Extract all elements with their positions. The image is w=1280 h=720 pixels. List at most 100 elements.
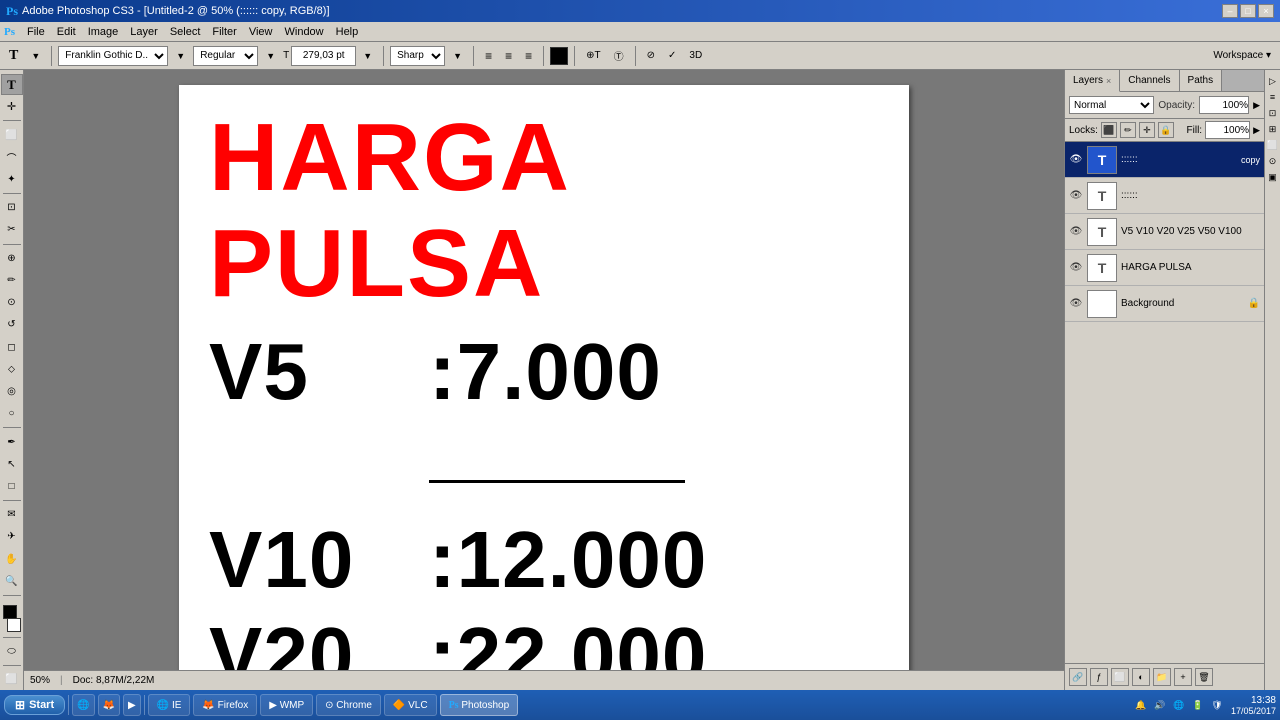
- screen-mode-button[interactable]: ⬜: [1, 669, 23, 690]
- ie-quick-launch[interactable]: 🌐: [72, 694, 94, 716]
- blur-tool[interactable]: ◎: [1, 381, 23, 402]
- panel-icon-6[interactable]: ▣: [1266, 170, 1280, 184]
- move-tool[interactable]: ✛: [1, 96, 23, 117]
- lasso-tool[interactable]: ⌒: [1, 147, 23, 168]
- menu-edit[interactable]: Edit: [51, 25, 82, 39]
- fill-arrow[interactable]: ▶: [1253, 125, 1260, 136]
- layer-item-background[interactable]: 👁 Background 🔒: [1065, 286, 1264, 322]
- font-family-arrow[interactable]: ▼: [171, 48, 190, 64]
- panel-icon-3[interactable]: ⊞: [1266, 122, 1280, 136]
- layer-eye-copy[interactable]: 👁: [1069, 153, 1083, 167]
- blend-mode-select[interactable]: Normal: [1069, 96, 1154, 114]
- firefox-quick-launch[interactable]: 🦊: [98, 694, 120, 716]
- toggle-3d-button[interactable]: 3D: [684, 47, 707, 64]
- layer-item-copy[interactable]: 👁 T :::::: copy: [1065, 142, 1264, 178]
- layer-eye-prices[interactable]: 👁: [1069, 225, 1083, 239]
- taskbar-firefox-button[interactable]: 🦊 Firefox: [193, 694, 257, 716]
- anti-alias-select[interactable]: Sharp: [390, 46, 445, 66]
- eyedropper-tool[interactable]: ✈: [1, 526, 23, 547]
- layer-item-prices[interactable]: 👁 T V5 V10 V20 V25 V50 V100: [1065, 214, 1264, 250]
- panel-icon-4[interactable]: ⬜: [1266, 138, 1280, 152]
- marquee-tool[interactable]: ⬜: [1, 124, 23, 145]
- warp-text-button[interactable]: ⊕T: [581, 47, 606, 64]
- quick-mask-button[interactable]: ⬭: [1, 641, 23, 662]
- menu-file[interactable]: File: [21, 25, 51, 39]
- character-panel-button[interactable]: Ⓣ: [609, 45, 629, 66]
- foreground-color-swatch[interactable]: [3, 605, 17, 619]
- text-color-swatch[interactable]: [550, 47, 568, 65]
- fill-tool[interactable]: ⬦: [1, 359, 23, 380]
- align-left-button[interactable]: ≡: [480, 46, 497, 66]
- pen-tool[interactable]: ✒: [1, 431, 23, 452]
- crop-tool[interactable]: ⊡: [1, 197, 23, 218]
- adjustment-layer-button[interactable]: ◐: [1132, 668, 1150, 686]
- menu-image[interactable]: Image: [82, 25, 125, 39]
- wmp-quick-launch[interactable]: ▶: [123, 694, 141, 716]
- layer-mask-button[interactable]: ⬜: [1111, 668, 1129, 686]
- shape-tool[interactable]: □: [1, 476, 23, 497]
- minimize-button[interactable]: –: [1222, 4, 1238, 18]
- taskbar-chrome-button[interactable]: ⊙ Chrome: [316, 694, 381, 716]
- healing-brush-tool[interactable]: ⊕: [1, 248, 23, 269]
- taskbar-photoshop-button[interactable]: Ps Photoshop: [440, 694, 519, 716]
- clone-stamp-tool[interactable]: ⊙: [1, 292, 23, 313]
- layer-eye-background[interactable]: 👁: [1069, 297, 1083, 311]
- taskbar-wmp-button[interactable]: ▶ WMP: [260, 694, 313, 716]
- layer-item-dots[interactable]: 👁 T ::::::: [1065, 178, 1264, 214]
- path-selection-tool[interactable]: ↖: [1, 454, 23, 475]
- font-size-arrow[interactable]: ▼: [358, 48, 377, 64]
- zoom-tool[interactable]: 🔍: [1, 571, 23, 592]
- taskbar-ie-button[interactable]: 🌐 IE: [148, 694, 191, 716]
- tab-paths[interactable]: Paths: [1180, 70, 1223, 91]
- close-button[interactable]: ×: [1258, 4, 1274, 18]
- close-layers-tab-icon[interactable]: ×: [1106, 76, 1111, 86]
- lock-image-icon[interactable]: ✏: [1120, 122, 1136, 138]
- lock-transparent-icon[interactable]: ⬛: [1101, 122, 1117, 138]
- tab-channels[interactable]: Channels: [1120, 70, 1179, 91]
- commit-button[interactable]: ✓: [663, 47, 681, 64]
- lock-all-icon[interactable]: 🔒: [1158, 122, 1174, 138]
- layer-eye-dots[interactable]: 👁: [1069, 189, 1083, 203]
- slice-tool[interactable]: ✂: [1, 219, 23, 240]
- tab-layers[interactable]: Layers ×: [1065, 70, 1120, 92]
- taskbar-vlc-button[interactable]: 🔶 VLC: [384, 694, 437, 716]
- font-size-input[interactable]: [291, 46, 356, 66]
- font-style-arrow[interactable]: ▼: [261, 48, 280, 64]
- opacity-input[interactable]: [1199, 96, 1249, 114]
- anti-alias-arrow[interactable]: ▼: [448, 48, 467, 64]
- start-button[interactable]: ⊞ Start: [4, 695, 65, 715]
- background-color-swatch[interactable]: [7, 618, 21, 632]
- link-layers-button[interactable]: 🔗: [1069, 668, 1087, 686]
- font-family-select[interactable]: Franklin Gothic D...: [58, 46, 168, 66]
- text-tool-button[interactable]: T: [1, 74, 23, 95]
- menu-help[interactable]: Help: [330, 25, 365, 39]
- magic-wand-tool[interactable]: ✦: [1, 169, 23, 190]
- workspace-button[interactable]: Workspace ▾: [1208, 47, 1276, 64]
- notes-tool[interactable]: ✉: [1, 504, 23, 525]
- brush-tool[interactable]: ✏: [1, 270, 23, 291]
- opacity-arrow[interactable]: ▶: [1253, 100, 1260, 111]
- menu-filter[interactable]: Filter: [206, 25, 242, 39]
- delete-layer-button[interactable]: 🗑: [1195, 668, 1213, 686]
- font-style-select[interactable]: Regular: [193, 46, 258, 66]
- tool-preset-picker[interactable]: ▼: [26, 48, 45, 64]
- new-group-button[interactable]: 📁: [1153, 668, 1171, 686]
- align-right-button[interactable]: ≡: [520, 46, 537, 66]
- panel-icon-5[interactable]: ⊙: [1266, 154, 1280, 168]
- expand-panels-button[interactable]: ▷: [1266, 74, 1280, 88]
- menu-select[interactable]: Select: [164, 25, 207, 39]
- history-brush-tool[interactable]: ↺: [1, 314, 23, 335]
- new-layer-button[interactable]: +: [1174, 668, 1192, 686]
- menu-view[interactable]: View: [243, 25, 279, 39]
- layer-eye-harga[interactable]: 👁: [1069, 261, 1083, 275]
- hand-tool[interactable]: ✋: [1, 549, 23, 570]
- dodge-tool[interactable]: ○: [1, 403, 23, 424]
- panel-icon-2[interactable]: ⊡: [1266, 106, 1280, 120]
- eraser-tool[interactable]: ◻: [1, 336, 23, 357]
- maximize-button[interactable]: □: [1240, 4, 1256, 18]
- cancel-button[interactable]: ⊘: [642, 47, 660, 64]
- layer-item-harga[interactable]: 👁 T HARGA PULSA: [1065, 250, 1264, 286]
- canvas-area[interactable]: HARGA PULSA V5 :7.000 V10 :12.000: [24, 70, 1064, 670]
- align-center-button[interactable]: ≡: [500, 46, 517, 66]
- layer-styles-button[interactable]: ƒ: [1090, 668, 1108, 686]
